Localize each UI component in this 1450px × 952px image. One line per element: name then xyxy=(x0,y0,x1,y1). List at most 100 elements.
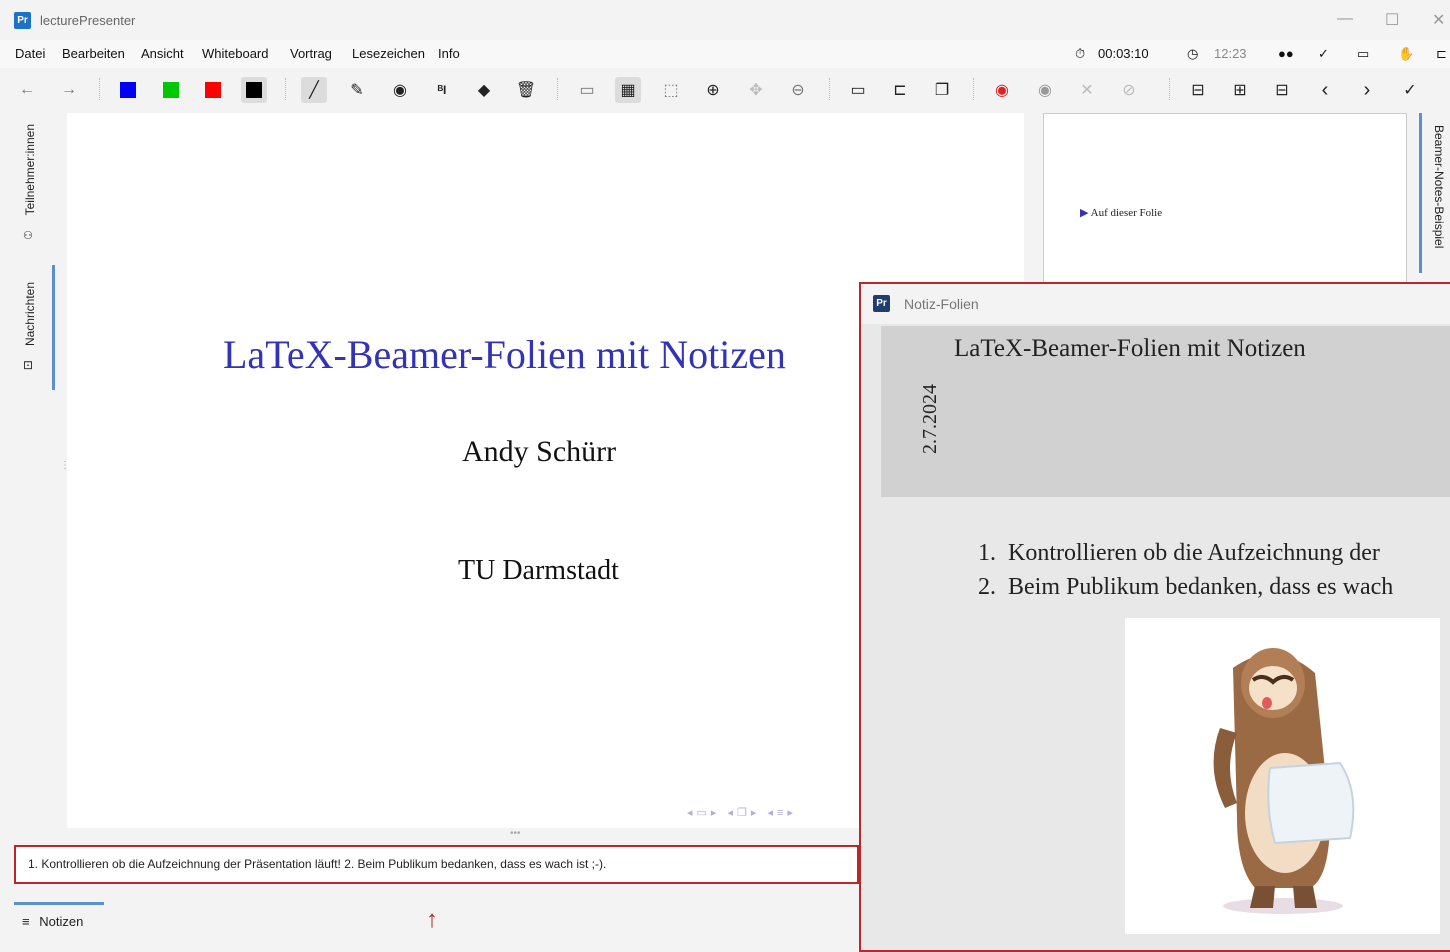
zoom-out-icon[interactable]: ⊖ xyxy=(785,77,811,103)
participants-label: Teilnehmer:innen xyxy=(23,124,37,216)
menu-ansicht[interactable]: Ansicht xyxy=(141,46,184,61)
notes-tab-indicator xyxy=(14,902,104,905)
toolbar-separator xyxy=(1169,78,1171,100)
title-bar: Pr lecturePresenter — ☐ ✕ xyxy=(0,0,1450,40)
slide-title: LaTeX-Beamer-Folien mit Notizen xyxy=(223,332,786,377)
timer-value: 00:03:10 xyxy=(1098,46,1149,61)
mic-off-icon[interactable]: ✕ xyxy=(1074,77,1100,103)
color-red-button[interactable] xyxy=(200,77,226,103)
bullet-icon: ▶ xyxy=(1080,207,1089,219)
preview-bullet: ▶ Auf dieser Folie xyxy=(1080,207,1163,219)
sloth-illustration-icon xyxy=(1213,648,1355,914)
zoom-in-icon[interactable]: ⊕ xyxy=(700,77,726,103)
beamer-nav-icon[interactable]: ◂▭▸ ◂❐▸ ◂≡▸ xyxy=(687,806,797,819)
pointer-icon[interactable]: ◉ xyxy=(387,77,413,103)
notes-slide-header: LaTeX-Beamer-Folien mit Notizen 2.7.2024 xyxy=(881,326,1450,497)
notes-window-titlebar: Pr Notiz-Folien xyxy=(861,284,1450,324)
notes-item: 1. Kontrollieren ob die Aufzeichnung der xyxy=(978,540,1380,566)
grid-icon[interactable]: ▦ xyxy=(615,77,641,103)
tab-participants[interactable]: Teilnehmer:innen xyxy=(23,124,37,215)
messages-label: Nachrichten xyxy=(23,282,37,347)
notes-window: Pr Notiz-Folien LaTeX-Beamer-Folien mit … xyxy=(859,282,1450,952)
menu-whiteboard[interactable]: Whiteboard xyxy=(202,46,268,61)
menu-bearbeiten[interactable]: Bearbeiten xyxy=(62,46,125,61)
pan-icon[interactable]: ✥ xyxy=(743,77,769,103)
side-tab-label[interactable]: Beamer-Notes-Beispiel xyxy=(1432,125,1446,248)
select-area-icon[interactable]: ⬚ xyxy=(658,77,684,103)
toolbar-separator xyxy=(99,78,101,100)
delete-icon[interactable]: 🗑 xyxy=(513,77,539,103)
clock-icon: ◷ xyxy=(1187,46,1199,61)
color-red-swatch xyxy=(205,82,221,98)
notes-icon: ≡ xyxy=(22,914,30,929)
notes-item: 2. Beim Publikum bedanken, dass es wach xyxy=(978,574,1394,600)
windows-icon[interactable]: ❐ xyxy=(929,77,955,103)
hand-icon[interactable]: ✋ xyxy=(1398,46,1414,62)
next-slide-icon[interactable]: › xyxy=(1354,77,1380,103)
color-green-swatch xyxy=(163,82,179,98)
app-logo-icon: Pr xyxy=(14,12,31,29)
tab-messages[interactable]: Nachrichten xyxy=(23,282,37,346)
cast-icon[interactable]: ⊏ xyxy=(1436,46,1447,62)
undo-icon[interactable]: ← xyxy=(14,77,40,103)
prev-slide-icon[interactable]: ‹ xyxy=(1312,77,1338,103)
notes-window-title: Notiz-Folien xyxy=(904,296,979,312)
chat-icon[interactable]: ▭ xyxy=(1357,46,1369,62)
color-blue-swatch xyxy=(120,82,136,98)
maximize-icon[interactable]: ☐ xyxy=(1385,10,1399,30)
bookmark-next-icon[interactable]: ⊟ xyxy=(1269,77,1295,103)
messages-icon: ⊡ xyxy=(23,358,34,372)
record-icon[interactable]: ◉ xyxy=(989,77,1015,103)
toolbar-separator xyxy=(973,78,975,100)
screen-icon[interactable]: ▭ xyxy=(845,77,871,103)
menu-info[interactable]: Info xyxy=(438,46,460,61)
menu-bar: Datei Bearbeiten Ansicht Whiteboard Vort… xyxy=(0,40,1450,68)
arrow-up-icon: ↑ xyxy=(426,906,438,933)
bookmark-add-icon[interactable]: ⊞ xyxy=(1227,77,1253,103)
app-title: lecturePresenter xyxy=(40,13,136,28)
menu-datei[interactable]: Datei xyxy=(15,46,45,61)
cast-screen-icon[interactable]: ⊏ xyxy=(887,77,913,103)
participants-icon: ⚇ xyxy=(23,230,33,242)
toolbar-separator xyxy=(557,78,559,100)
notes-tab[interactable]: ≡ Notizen xyxy=(22,914,83,929)
next-slide-preview: ▶ Auf dieser Folie xyxy=(1043,113,1407,295)
toolbar-separator xyxy=(829,78,831,100)
side-tab-indicator xyxy=(1419,113,1422,273)
timer-icon: ⏱ xyxy=(1075,46,1086,61)
active-tab-indicator xyxy=(52,265,55,390)
toolbar: ← → ╱ ✎ ◉ ᴮI ◆ 🗑 ▭ ▦ ⬚ ⊕ ✥ ⊖ ▭ ⊏ ❐ ◉ ◉ ✕… xyxy=(0,68,1450,110)
eraser-icon[interactable]: ◆ xyxy=(471,77,497,103)
notes-text: 1. Kontrollieren ob die Aufzeichnung der… xyxy=(28,857,607,871)
notes-slide-title: LaTeX-Beamer-Folien mit Notizen xyxy=(954,335,1306,362)
bookmark-prev-icon[interactable]: ⊟ xyxy=(1185,77,1211,103)
text-tool-icon[interactable]: ᴮI xyxy=(429,77,455,103)
notes-tab-label: Notizen xyxy=(39,914,84,929)
color-black-swatch xyxy=(246,82,262,98)
check-icon[interactable]: ✓ xyxy=(1318,46,1329,62)
camera-off-icon[interactable]: ⊘ xyxy=(1116,77,1142,103)
sloth-image xyxy=(1125,618,1440,934)
slide-author: Andy Schürr xyxy=(462,435,617,468)
color-green-button[interactable] xyxy=(158,77,184,103)
close-icon[interactable]: ✕ xyxy=(1432,10,1445,30)
redo-icon[interactable]: → xyxy=(56,77,82,103)
stop-icon[interactable]: ◉ xyxy=(1032,77,1058,103)
quiz-check-icon[interactable]: ✓ xyxy=(1397,77,1423,103)
slide-institute: TU Darmstadt xyxy=(458,555,619,586)
menu-lesezeichen[interactable]: Lesezeichen xyxy=(352,46,425,61)
stream-icon[interactable]: ●● xyxy=(1278,46,1294,61)
highlighter-icon[interactable]: ✎ xyxy=(344,77,370,103)
toolbar-separator xyxy=(285,78,287,100)
notes-panel: 1. Kontrollieren ob die Aufzeichnung der… xyxy=(14,845,859,884)
left-sidebar: Teilnehmer:innen ⚇ Nachrichten ⊡ ⋮ xyxy=(5,110,70,900)
app-logo-icon: Pr xyxy=(873,295,890,312)
whiteboard-icon[interactable]: ▭ xyxy=(574,77,600,103)
color-black-button[interactable] xyxy=(241,77,267,103)
pen-icon[interactable]: ╱ xyxy=(301,77,327,103)
splitter-handle[interactable]: ••• xyxy=(510,828,521,839)
color-blue-button[interactable] xyxy=(115,77,141,103)
menu-vortrag[interactable]: Vortrag xyxy=(290,46,332,61)
clock-value: 12:23 xyxy=(1214,46,1247,61)
minimize-icon[interactable]: — xyxy=(1337,10,1353,28)
